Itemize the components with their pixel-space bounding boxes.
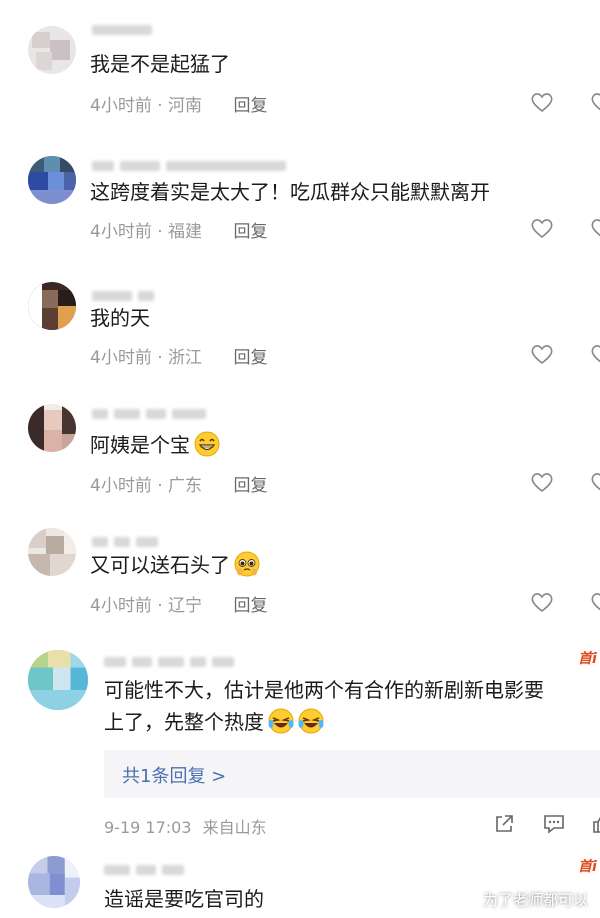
like-heart-icon[interactable] bbox=[530, 471, 554, 493]
watermark-logo-icon bbox=[464, 892, 480, 908]
like-heart-icon-partial[interactable] bbox=[590, 91, 600, 113]
like-heart-icon[interactable] bbox=[530, 343, 554, 365]
username-blurred[interactable] bbox=[104, 652, 240, 667]
reply-button[interactable]: 回复 bbox=[233, 96, 267, 116]
like-heart-icon[interactable] bbox=[530, 591, 554, 613]
comment-meta: 4小时前 · 广东 回复 bbox=[90, 476, 268, 496]
comment-time: 4小时前 bbox=[90, 222, 152, 242]
laugh-cry-emoji-icon bbox=[268, 708, 294, 734]
comment-location: 福建 bbox=[168, 222, 203, 242]
username-blurred[interactable] bbox=[104, 860, 190, 875]
reply-button[interactable]: 回复 bbox=[233, 476, 267, 496]
laugh-cry-emoji-icon bbox=[298, 708, 324, 734]
comment-time: 4小时前 bbox=[90, 596, 152, 616]
comment-meta: 9-19 17:03 来自山东 bbox=[104, 814, 267, 838]
top-commenter-badge: 首i bbox=[578, 859, 597, 875]
comment-icon[interactable] bbox=[542, 812, 566, 836]
comment-timestamp: 9-19 17:03 bbox=[104, 818, 192, 837]
comment-text: 这跨度着实是太大了！吃瓜群众只能默默离开 bbox=[90, 180, 490, 204]
comment-location: 辽宁 bbox=[168, 596, 203, 616]
like-heart-icon-partial[interactable] bbox=[590, 471, 600, 493]
comment-meta: 4小时前 · 福建 回复 bbox=[90, 222, 268, 242]
comment-meta: 4小时前 · 河南 回复 bbox=[90, 96, 268, 116]
view-replies-link[interactable]: 共1条回复 > bbox=[122, 762, 226, 788]
like-heart-icon-partial[interactable] bbox=[590, 591, 600, 613]
like-heart-icon-partial[interactable] bbox=[590, 343, 600, 365]
comment-time: 4小时前 bbox=[90, 348, 152, 368]
avatar[interactable] bbox=[28, 404, 76, 452]
username-blurred[interactable] bbox=[92, 286, 160, 301]
comment-location: 浙江 bbox=[168, 348, 203, 368]
comment-text-line2: 上了，先整个热度 bbox=[104, 707, 324, 737]
username-blurred[interactable] bbox=[92, 20, 158, 35]
avatar[interactable] bbox=[28, 282, 76, 330]
avatar[interactable] bbox=[28, 856, 80, 908]
comment-location: 河南 bbox=[168, 96, 203, 116]
share-icon[interactable] bbox=[492, 812, 516, 836]
like-heart-icon[interactable] bbox=[530, 217, 554, 239]
comment-text: 又可以送石头了 bbox=[90, 550, 260, 580]
reply-button[interactable]: 回复 bbox=[233, 596, 267, 616]
comment-text: 阿姨是个宝 bbox=[90, 430, 220, 460]
reply-button[interactable]: 回复 bbox=[233, 222, 267, 242]
avatar[interactable] bbox=[28, 650, 88, 710]
comment-text: 造谣是要吃官司的 bbox=[104, 887, 264, 911]
username-blurred[interactable] bbox=[92, 156, 292, 171]
watermark: 为了老师都可以 bbox=[464, 889, 588, 910]
like-heart-icon[interactable] bbox=[530, 91, 554, 113]
top-commenter-badge: 首i bbox=[578, 651, 597, 667]
grin-emoji-icon bbox=[194, 431, 220, 457]
comment-source: 来自山东 bbox=[202, 818, 267, 837]
comment-text: 我的天 bbox=[90, 306, 150, 330]
comment-location: 广东 bbox=[168, 476, 203, 496]
comment-time: 4小时前 bbox=[90, 96, 152, 116]
comment-text: 我是不是起猛了 bbox=[90, 52, 230, 76]
username-blurred[interactable] bbox=[92, 404, 212, 419]
comment-meta: 4小时前 · 辽宁 回复 bbox=[90, 596, 268, 616]
like-icon-partial[interactable] bbox=[590, 812, 600, 836]
comment-text-line1: 可能性不大，估计是他两个有合作的新剧新电影要 bbox=[104, 678, 544, 702]
pleading-emoji-icon bbox=[234, 551, 260, 577]
username-blurred[interactable] bbox=[92, 532, 164, 547]
avatar[interactable] bbox=[28, 26, 76, 74]
like-heart-icon-partial[interactable] bbox=[590, 217, 600, 239]
avatar[interactable] bbox=[28, 528, 76, 576]
reply-button[interactable]: 回复 bbox=[233, 348, 267, 368]
comment-time: 4小时前 bbox=[90, 476, 152, 496]
avatar[interactable] bbox=[28, 156, 76, 204]
comment-meta: 4小时前 · 浙江 回复 bbox=[90, 348, 268, 368]
replies-box[interactable]: 共1条回复 > bbox=[104, 750, 600, 798]
